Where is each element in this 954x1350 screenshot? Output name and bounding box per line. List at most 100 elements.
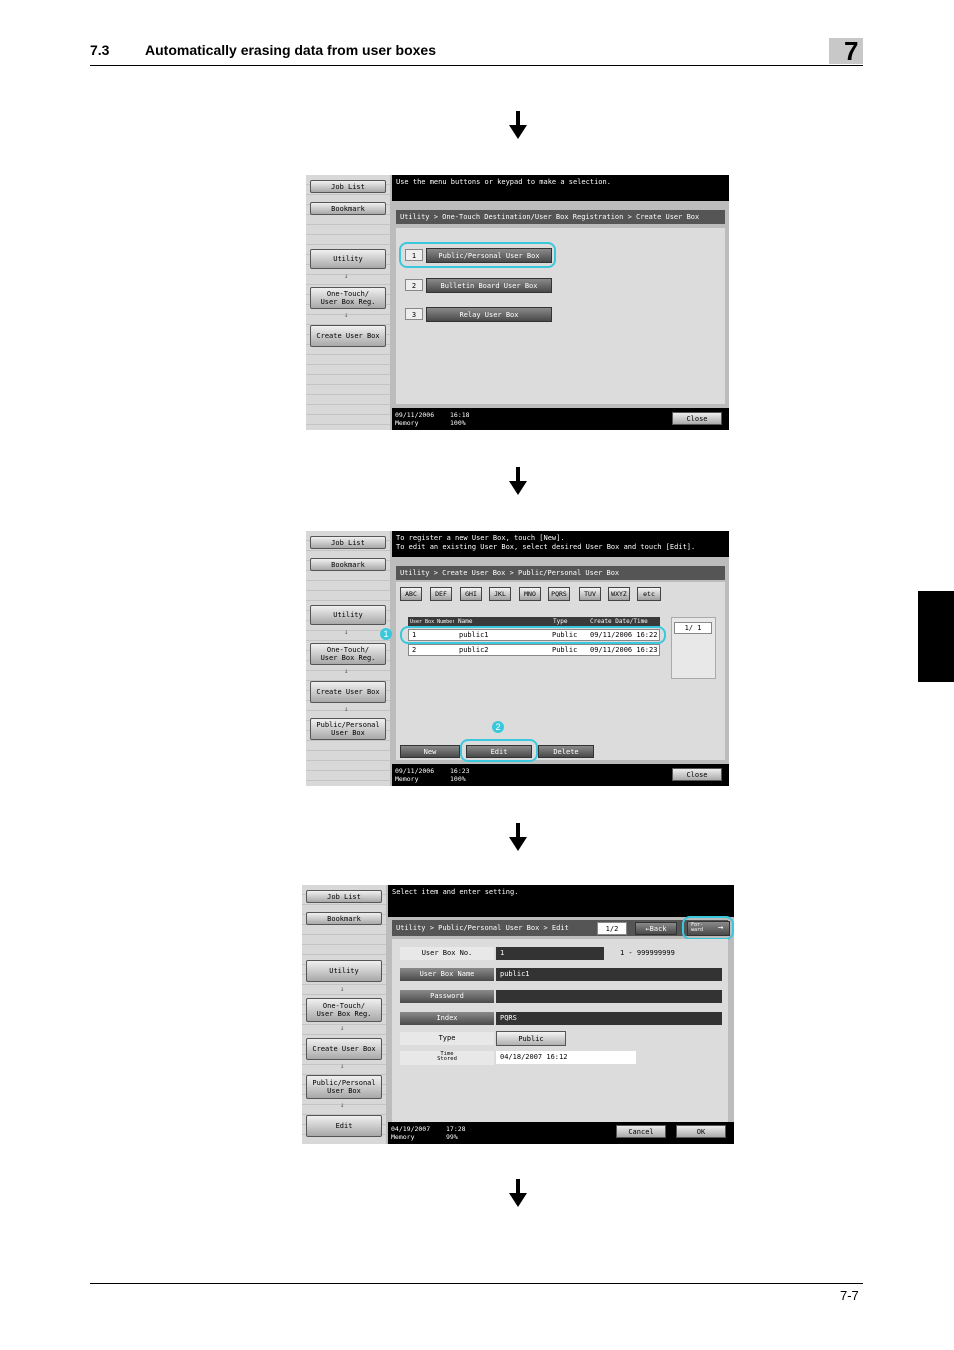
- time: 16:23: [450, 767, 470, 775]
- delete-button[interactable]: Delete: [538, 745, 594, 758]
- index-tab-abc[interactable]: ABC: [400, 587, 422, 601]
- index-tab-wxyz[interactable]: WXYZ: [608, 587, 630, 601]
- index-tab-pqrs[interactable]: PQRS: [548, 587, 570, 601]
- down-icon: ↓: [340, 1024, 345, 1032]
- table-row[interactable]: 2 public2 Public 09/11/2006 16:23: [408, 644, 660, 656]
- password-value: [496, 990, 722, 1003]
- screenshot-edit-user-box: Job List Bookmark Utility ↓ One-Touch/ U…: [302, 885, 734, 1144]
- footer-rule: [90, 1283, 863, 1284]
- index-value: PQRS: [496, 1012, 722, 1025]
- down-arrow-icon: [509, 111, 527, 139]
- user-box-no-label: User Box No.: [400, 947, 494, 960]
- bookmark-button[interactable]: Bookmark: [310, 558, 386, 571]
- breadcrumb: Utility > Create User Box > Public/Perso…: [396, 566, 725, 580]
- memory-value: 100%: [450, 775, 466, 783]
- new-button[interactable]: New: [400, 745, 460, 758]
- row-number: 2: [412, 646, 417, 654]
- down-icon: ↓: [344, 272, 349, 280]
- down-icon: ↓: [340, 1062, 345, 1070]
- password-button[interactable]: Password: [400, 990, 494, 1003]
- down-icon: ↓: [344, 705, 349, 713]
- section-title: Automatically erasing data from user box…: [145, 42, 436, 58]
- index-tab-etc[interactable]: etc: [637, 587, 661, 601]
- row-type: Public: [552, 646, 578, 654]
- user-box-no-value: 1: [496, 947, 604, 960]
- bookmark-button[interactable]: Bookmark: [310, 202, 386, 215]
- ok-button[interactable]: OK: [676, 1125, 726, 1138]
- memory-value: 100%: [450, 419, 466, 427]
- create-user-box-button[interactable]: Create User Box: [306, 1038, 382, 1060]
- create-user-box-button[interactable]: Create User Box: [310, 681, 386, 703]
- type-label: Type: [400, 1032, 494, 1045]
- time-stored-label: Time Stored: [400, 1051, 494, 1065]
- down-icon: ↓: [344, 311, 349, 319]
- message-text: Use the menu buttons or keypad to make a…: [396, 178, 611, 186]
- memory-label: Memory: [395, 775, 419, 783]
- item-number: 2: [405, 279, 423, 291]
- item-number: 3: [405, 308, 423, 320]
- index-button[interactable]: Index: [400, 1012, 494, 1025]
- create-user-box-button[interactable]: Create User Box: [310, 325, 386, 347]
- date: 09/11/2006: [395, 411, 435, 419]
- utility-button[interactable]: Utility: [310, 605, 386, 625]
- index-tab-def[interactable]: DEF: [430, 587, 452, 601]
- bulletin-board-button[interactable]: Bulletin Board User Box: [426, 278, 552, 293]
- close-button[interactable]: Close: [672, 412, 722, 425]
- down-arrow-icon: [509, 467, 527, 495]
- bookmark-button[interactable]: Bookmark: [306, 912, 382, 925]
- message-line: To register a new User Box, touch [New].: [396, 534, 565, 542]
- down-icon: ↓: [340, 985, 345, 993]
- close-button[interactable]: Close: [672, 768, 722, 781]
- chapter-side-tab: [918, 591, 954, 682]
- chapter-number: 7: [844, 36, 859, 66]
- cancel-button[interactable]: Cancel: [616, 1125, 666, 1138]
- public-personal-button[interactable]: Public/Personal User Box: [306, 1075, 382, 1099]
- utility-button[interactable]: Utility: [310, 249, 386, 269]
- back-label: Back: [649, 925, 667, 933]
- down-icon: ↓: [344, 628, 349, 636]
- job-list-button[interactable]: Job List: [310, 536, 386, 549]
- highlight-outline: [682, 916, 734, 940]
- down-icon: ↓: [340, 1101, 345, 1109]
- page-number: 7-7: [840, 1288, 859, 1303]
- index-tab-jkl[interactable]: JKL: [489, 587, 511, 601]
- one-touch-button[interactable]: One-Touch/ User Box Reg.: [306, 998, 382, 1022]
- message-line: To edit an existing User Box, select des…: [396, 543, 696, 551]
- back-button[interactable]: ←Back: [635, 922, 677, 935]
- down-arrow-icon: [509, 823, 527, 851]
- screenshot-create-user-box: Job List Bookmark Utility ↓ One-Touch/ U…: [306, 175, 729, 430]
- message-bar: Use the menu buttons or keypad to make a…: [392, 175, 729, 201]
- relay-user-box-button[interactable]: Relay User Box: [426, 307, 552, 322]
- type-public-button[interactable]: Public: [496, 1031, 566, 1046]
- index-tab-tuv[interactable]: TUV: [579, 587, 601, 601]
- content-panel: User Box No. 1 1 - 999999999 User Box Na…: [392, 939, 728, 1122]
- public-personal-button[interactable]: Public/Personal User Box: [310, 718, 386, 740]
- callout-2: 2: [492, 721, 504, 733]
- breadcrumb: Utility > Public/Personal User Box > Edi…: [392, 920, 728, 936]
- down-arrow-icon: [509, 1179, 527, 1207]
- index-tab-mno[interactable]: MNO: [519, 587, 541, 601]
- time: 16:18: [450, 411, 470, 419]
- user-box-no-range: 1 - 999999999: [620, 949, 675, 957]
- edit-button[interactable]: Edit: [306, 1115, 382, 1137]
- breadcrumb: Utility > One-Touch Destination/User Box…: [396, 210, 725, 224]
- user-box-name-button[interactable]: User Box Name: [400, 968, 494, 981]
- highlight-outline: [460, 739, 538, 762]
- date: 04/19/2007: [391, 1125, 431, 1133]
- status-bar: 09/11/2006 16:18 Memory 100% Close: [392, 408, 729, 430]
- one-touch-button[interactable]: One-Touch/ User Box Reg.: [310, 287, 386, 309]
- page-indicator: 1/2: [597, 922, 627, 935]
- memory-label: Memory: [391, 1133, 415, 1141]
- message-bar: Select item and enter setting.: [388, 885, 734, 917]
- highlight-outline: [399, 242, 556, 268]
- utility-button[interactable]: Utility: [306, 960, 382, 982]
- message-text: Select item and enter setting.: [392, 888, 519, 896]
- message-bar: To register a new User Box, touch [New].…: [392, 531, 729, 557]
- index-tab-ghi[interactable]: GHI: [460, 587, 482, 601]
- job-list-button[interactable]: Job List: [310, 180, 386, 193]
- highlight-outline: [400, 626, 666, 644]
- one-touch-button[interactable]: One-Touch/ User Box Reg.: [310, 643, 386, 665]
- job-list-button[interactable]: Job List: [306, 890, 382, 903]
- callout-1: 1: [380, 628, 392, 640]
- screenshot-public-user-box-list: Job List Bookmark Utility ↓ One-Touch/ U…: [306, 531, 729, 786]
